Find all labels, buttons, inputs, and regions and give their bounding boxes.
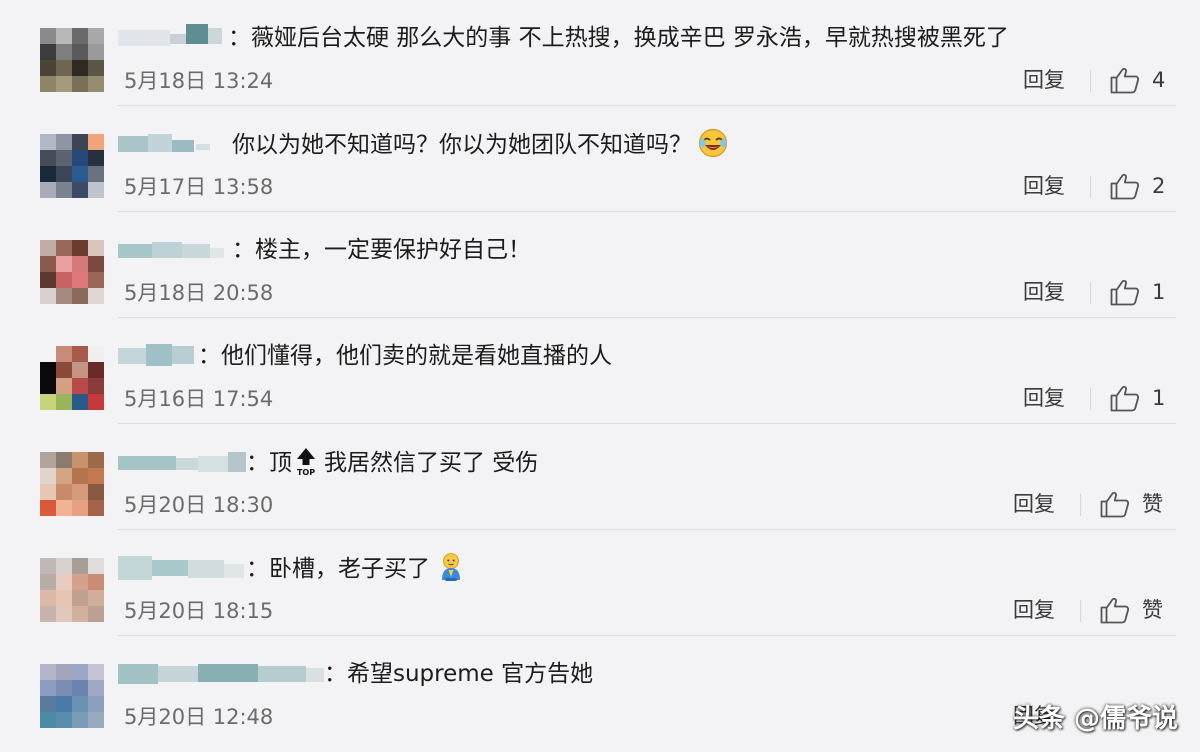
comment-text: ：薇娅后台太硬 那么大的事 不上热搜，换成辛巴 罗永浩，早就热搜被黑死了 [228,25,1009,51]
comment-item: ：他们懂得，他们卖的就是看她直播的人 5月16日 17:54 回复 1 [0,318,1200,424]
thumbs-up-icon [1110,173,1140,200]
comment-time: 5月18日 20:58 [124,281,274,305]
avatar[interactable] [40,134,104,198]
thumbs-up-icon [1110,67,1140,94]
comment-text: ：卧槽，老子买了 [246,552,466,585]
avatar[interactable] [40,452,104,516]
username-blurred[interactable] [118,448,248,474]
username-blurred[interactable] [118,24,228,50]
thumbs-up-icon [1100,491,1130,518]
reply-button[interactable]: 回复 [1023,276,1065,308]
watermark: 头条 @儒爷说 [1012,704,1178,734]
reply-button[interactable]: 回复 [1023,64,1065,96]
avatar[interactable] [40,28,104,92]
comment-text-part: ：顶 [246,450,292,476]
thumbs-up-icon [1110,385,1140,412]
comment-item: ：卧槽，老子买了 5月20日 18:15 回复 赞 [0,530,1200,636]
comment-time: 5月18日 13:24 [124,69,274,93]
comment-text: ：希望supreme 官方告她 [324,661,594,687]
username-blurred[interactable] [118,554,248,580]
comment-time: 5月20日 18:15 [124,599,274,623]
reply-button[interactable]: 回复 [1023,382,1065,414]
thumbs-up-icon [1100,597,1130,624]
comment-text: 你以为她不知道吗？你以为她团队不知道吗？ [232,128,728,161]
comment-item: ：顶 TOP 我居然信了买了 受伤 5月20日 18:30 回复 赞 [0,424,1200,530]
comment-text: ：楼主，一定要保护好自己！ [232,237,531,263]
avatar[interactable] [40,664,104,728]
reply-button[interactable]: 回复 [1013,488,1055,520]
avatar[interactable] [40,346,104,410]
divider [1090,282,1091,304]
reply-button[interactable]: 回复 [1023,170,1065,202]
reply-button[interactable]: 回复 [1013,594,1055,626]
comment-text: ：顶 TOP 我居然信了买了 受伤 [246,446,538,479]
avatar[interactable] [40,240,104,304]
like-label: 赞 [1142,598,1163,622]
divider [1080,494,1081,516]
thumbs-up-icon [1110,279,1140,306]
praying-figure-emoji-icon [442,553,460,581]
comment-text-content: 你以为她不知道吗？你以为她团队不知道吗？ [232,132,692,158]
username-blurred[interactable] [118,660,326,686]
comment-text-part: 我居然信了买了 受伤 [324,450,539,476]
comment-time: 5月20日 12:48 [124,705,274,729]
divider [1090,176,1091,198]
avatar[interactable] [40,558,104,622]
comment-item: ：楼主，一定要保护好自己！ 5月18日 20:58 回复 1 [0,212,1200,318]
laughing-tears-emoji-icon [698,128,728,158]
comment-item: 你以为她不知道吗？你以为她团队不知道吗？ 5月17日 13:58 回复 2 [0,106,1200,212]
like-count: 2 [1152,174,1166,198]
divider [1090,388,1091,410]
comment-item: ：薇娅后台太硬 那么大的事 不上热搜，换成辛巴 罗永浩，早就热搜被黑死了 5月1… [0,0,1200,106]
divider [1090,70,1091,92]
svg-text:TOP: TOP [297,468,315,476]
comment-list: ：薇娅后台太硬 那么大的事 不上热搜，换成辛巴 罗永浩，早就热搜被黑死了 5月1… [0,0,1200,752]
username-blurred[interactable] [118,130,224,156]
like-label: 赞 [1142,492,1163,516]
comment-text-content: ：卧槽，老子买了 [246,556,430,582]
comment-time: 5月20日 18:30 [124,493,274,517]
comment-time: 5月16日 17:54 [124,387,274,411]
username-blurred[interactable] [118,236,230,262]
username-blurred[interactable] [118,342,200,368]
top-arrow-icon: TOP [297,448,315,476]
comment-text: ：他们懂得，他们卖的就是看她直播的人 [198,343,612,369]
like-count: 1 [1152,280,1166,304]
like-count: 4 [1152,68,1166,92]
like-count: 1 [1152,386,1166,410]
divider [1080,600,1081,622]
comment-time: 5月17日 13:58 [124,175,274,199]
